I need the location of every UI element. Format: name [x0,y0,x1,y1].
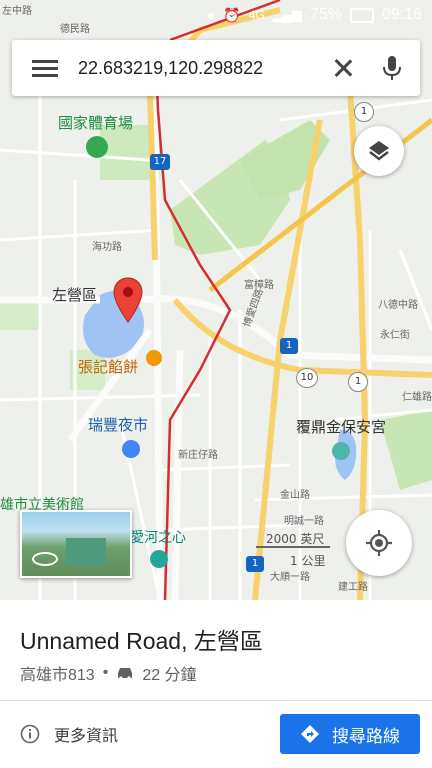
battery-icon [349,7,374,23]
road-label: 大順一路 [270,572,310,583]
route-shield: 17 [150,154,170,170]
menu-icon[interactable] [32,56,58,81]
status-bar: ● ⏰ 4G ▂▄▆ 75% 09:16 [0,0,432,32]
temple-label[interactable]: 覆鼎金保安宮 [296,416,386,437]
route-shield: 10 [296,368,318,388]
scale-imperial: 2000 英尺 [266,532,325,546]
route-shield: 1 [348,372,368,392]
park-area [0,300,40,330]
search-bar[interactable]: 22.683219,120.298822 [12,40,420,96]
separator: • [102,664,109,681]
layers-icon [369,141,389,161]
alarm-icon: ⏰ [223,6,241,23]
restaurant-icon[interactable] [146,350,162,366]
temple-icon[interactable] [332,442,350,460]
road-label: 富樟路 [244,280,274,291]
more-info-label: 更多資訊 [54,726,119,745]
place-title: Unnamed Road, 左營區 [20,628,263,654]
drive-time: 22 分鐘 [142,667,197,684]
district-label: 左營區 [52,286,98,304]
road-label: 永仁街 [380,330,410,341]
location-icon: ● [206,7,216,23]
road-label: 八德中路 [378,300,418,311]
street-view-thumbnail[interactable] [20,510,132,578]
park-icon[interactable] [150,550,168,568]
scale-bar [256,546,330,548]
scale-metric: 1 公里 [290,554,326,568]
road-label: 新庄仔路 [178,450,218,461]
info-icon [20,724,40,744]
street-view-fence [66,538,106,566]
red-pin-icon[interactable] [112,276,144,326]
stadium-label[interactable]: 國家體育場 [58,112,133,133]
divider [0,700,432,701]
route-shield: 1 [246,556,264,572]
road-label: 仁雄路 [402,392,432,403]
my-location-button[interactable] [346,510,412,576]
place-address: 高雄市813 [20,667,95,684]
directions-label: 搜尋路線 [332,726,400,747]
street-view-360-icon [32,552,58,566]
place-sheet[interactable]: Unnamed Road, 左營區 高雄市813 • 22 分鐘 更多資訊 搜尋… [0,600,432,768]
signal-icon: ▂▄▆ [272,7,302,22]
directions-button[interactable]: 搜尋路線 [280,714,420,754]
road-label: 海功路 [92,242,122,253]
close-icon[interactable] [332,57,354,79]
more-info-button[interactable]: 更多資訊 [20,722,118,746]
clock: 09:16 [381,6,422,23]
route-shield: 1 [354,102,374,122]
shopping-icon[interactable] [122,440,140,458]
park-area [380,410,432,490]
status-icons: ● ⏰ 4G ▂▄▆ 75% 09:16 [207,6,422,24]
my-location-icon [366,530,392,556]
mic-icon[interactable] [382,55,402,81]
battery-label: 75% [309,6,342,23]
network-label: 4G [248,8,265,22]
road-label: 金山路 [280,490,310,501]
route-shield: 1 [280,338,298,354]
place-subtitle: 高雄市813 • 22 分鐘 [20,661,197,685]
love-river-label[interactable]: 愛河之心 [130,527,186,547]
road-label: 建工路 [338,582,368,593]
road-label: 明誠一路 [284,516,324,527]
layers-button[interactable] [354,126,404,176]
night-market-label[interactable]: 瑞豐夜市 [88,414,148,435]
car-icon [118,668,133,680]
search-input[interactable]: 22.683219,120.298822 [58,58,332,79]
directions-icon [301,725,319,743]
restaurant-label[interactable]: 張記餡餅 [78,356,138,377]
park-marker-icon[interactable] [86,136,108,158]
